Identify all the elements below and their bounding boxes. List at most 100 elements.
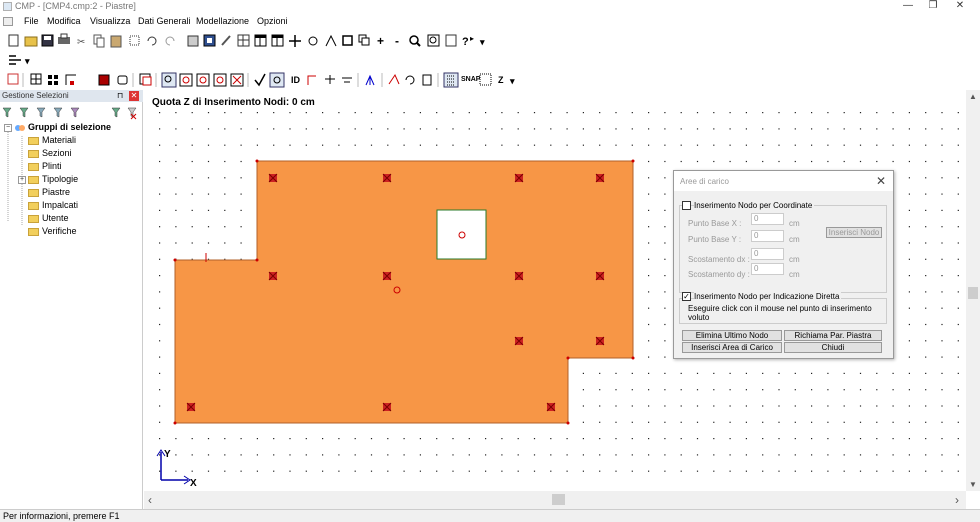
panel-close-button[interactable]: ✕ — [129, 91, 139, 101]
elimina-ultimo-nodo-button[interactable]: Elimina Ultimo Nodo — [682, 330, 782, 341]
slab-vertex[interactable] — [631, 356, 635, 360]
snap-toggle[interactable]: SNAP — [461, 76, 480, 83]
node-marker[interactable] — [186, 402, 196, 412]
menu-modifica[interactable]: Modifica — [47, 16, 81, 26]
node-marker[interactable] — [268, 271, 278, 281]
inserisci-area-carico-button[interactable]: Inserisci Area di Carico — [682, 342, 782, 353]
frame-view-icon[interactable] — [65, 74, 76, 85]
section-icon[interactable] — [98, 74, 110, 86]
direct-checkbox[interactable]: ✓ — [682, 292, 691, 301]
layout-icon[interactable] — [9, 55, 21, 65]
tree-item-materiali[interactable]: Materiali — [28, 135, 76, 147]
select-window-icon[interactable] — [161, 72, 177, 88]
node-marker[interactable] — [595, 336, 605, 346]
tree-item-tipologie[interactable]: Tipologie — [28, 174, 78, 186]
node-marker[interactable] — [595, 271, 605, 281]
frame-icon[interactable] — [203, 34, 216, 47]
select-mode-icon[interactable] — [7, 73, 19, 85]
vertical-scroll-thumb[interactable] — [968, 287, 978, 299]
move-icon[interactable] — [289, 35, 301, 47]
root-expander[interactable]: − — [4, 124, 12, 132]
z-toggle[interactable]: Z — [498, 75, 504, 85]
undo-icon[interactable] — [147, 36, 157, 46]
split-horizontal-icon[interactable] — [271, 34, 284, 47]
node-marker[interactable] — [382, 402, 392, 412]
slab-vertex[interactable] — [566, 356, 570, 360]
stamp-icon[interactable] — [187, 35, 199, 47]
minimize-button[interactable]: — — [896, 0, 920, 14]
menu-visualizza[interactable]: Visualizza — [90, 16, 130, 26]
filter-union-icon[interactable] — [19, 107, 29, 118]
slab-vertex[interactable] — [255, 159, 259, 163]
slab-polygon[interactable] — [174, 160, 634, 424]
dialog-close-button[interactable]: ✕ — [876, 174, 886, 188]
filter-intersect-icon[interactable] — [36, 107, 46, 118]
zoom-in-icon[interactable]: + — [377, 34, 384, 48]
scroll-up-button[interactable]: ▲ — [969, 92, 977, 101]
scroll-down-button[interactable]: ▼ — [969, 480, 977, 489]
filter-invert-icon[interactable] — [70, 107, 80, 118]
richiama-par-piastra-button[interactable]: Richiama Par. Piastra — [784, 330, 882, 341]
copy-elements-icon[interactable] — [358, 34, 370, 46]
layout-dropdown[interactable]: ▾ — [25, 56, 30, 67]
tree-item-plinti[interactable]: Plinti — [28, 161, 62, 173]
menu-file[interactable]: File — [24, 16, 39, 26]
node-marker[interactable] — [546, 402, 556, 412]
select-fence-icon[interactable] — [196, 73, 210, 87]
tipologie-expander[interactable]: + — [18, 176, 26, 184]
tree-item-verifiche[interactable]: Verifiche — [28, 226, 77, 238]
select-all-icon[interactable] — [129, 35, 140, 46]
select-cross-icon[interactable] — [179, 73, 193, 87]
tree-item-piastre[interactable]: Piastre — [28, 187, 70, 199]
horizontal-scrollbar[interactable]: ‹ › — [144, 491, 966, 509]
element-icon[interactable] — [117, 75, 128, 85]
tree-item-utente[interactable]: Utente — [28, 213, 69, 225]
scostamento-dy-field[interactable]: 0 — [751, 263, 784, 275]
zoom-window-icon[interactable] — [409, 35, 421, 47]
cut-icon[interactable]: ✂ — [77, 37, 85, 48]
open-folder-icon[interactable] — [24, 36, 38, 47]
tree-item-sezioni[interactable]: Sezioni — [28, 148, 72, 160]
mirror-icon[interactable] — [325, 34, 337, 47]
node-marker[interactable] — [514, 173, 524, 183]
slab-vertex[interactable] — [566, 421, 570, 425]
node-marker[interactable] — [382, 271, 392, 281]
slab-vertex[interactable] — [173, 421, 177, 425]
document-menu-icon[interactable] — [3, 17, 13, 26]
menu-opzioni[interactable]: Opzioni — [257, 16, 288, 26]
draw-icon[interactable] — [221, 35, 231, 46]
filter-clear-icon[interactable] — [127, 107, 137, 120]
redo-icon[interactable] — [165, 36, 175, 46]
punto-base-y-field[interactable]: 0 — [751, 230, 784, 242]
save-icon[interactable] — [41, 34, 54, 47]
tree-item-impalcati[interactable]: Impalcati — [28, 200, 78, 212]
scostamento-dx-field[interactable]: 0 — [751, 248, 784, 260]
select-poly-icon[interactable] — [213, 73, 227, 87]
zoom-extents-icon[interactable] — [427, 34, 440, 47]
slab-vertex[interactable] — [631, 159, 635, 163]
node-marker[interactable] — [268, 173, 278, 183]
chiudi-button[interactable]: Chiudi — [784, 342, 882, 353]
grid-icon[interactable] — [237, 34, 250, 47]
menu-modellazione[interactable]: Modellazione — [196, 16, 249, 26]
help-icon[interactable]: ? ▸ — [462, 34, 474, 48]
help-dropdown[interactable]: ▾ — [480, 37, 485, 48]
copy-icon[interactable] — [93, 34, 105, 48]
node-marker[interactable] — [595, 173, 605, 183]
filter-apply-icon[interactable] — [111, 107, 121, 118]
print-icon[interactable] — [58, 33, 70, 44]
coord-checkbox[interactable] — [682, 201, 691, 210]
paste-icon[interactable] — [110, 35, 122, 48]
scroll-right-button[interactable]: › — [955, 493, 959, 507]
inserisci-nodo-button[interactable]: Inserisci Nodo — [826, 227, 882, 238]
node-marker[interactable] — [382, 173, 392, 183]
info-icon[interactable] — [445, 34, 457, 47]
layers-icon[interactable] — [269, 72, 285, 88]
slab-vertex[interactable] — [255, 258, 259, 262]
rectangle-icon[interactable] — [342, 35, 353, 46]
load-areas-icon[interactable] — [139, 73, 152, 86]
slab-vertex[interactable] — [173, 258, 177, 262]
pin-icon[interactable]: ⊓ — [117, 91, 123, 100]
scroll-left-button[interactable]: ‹ — [148, 493, 152, 507]
horizontal-scroll-thumb[interactable] — [552, 494, 565, 505]
